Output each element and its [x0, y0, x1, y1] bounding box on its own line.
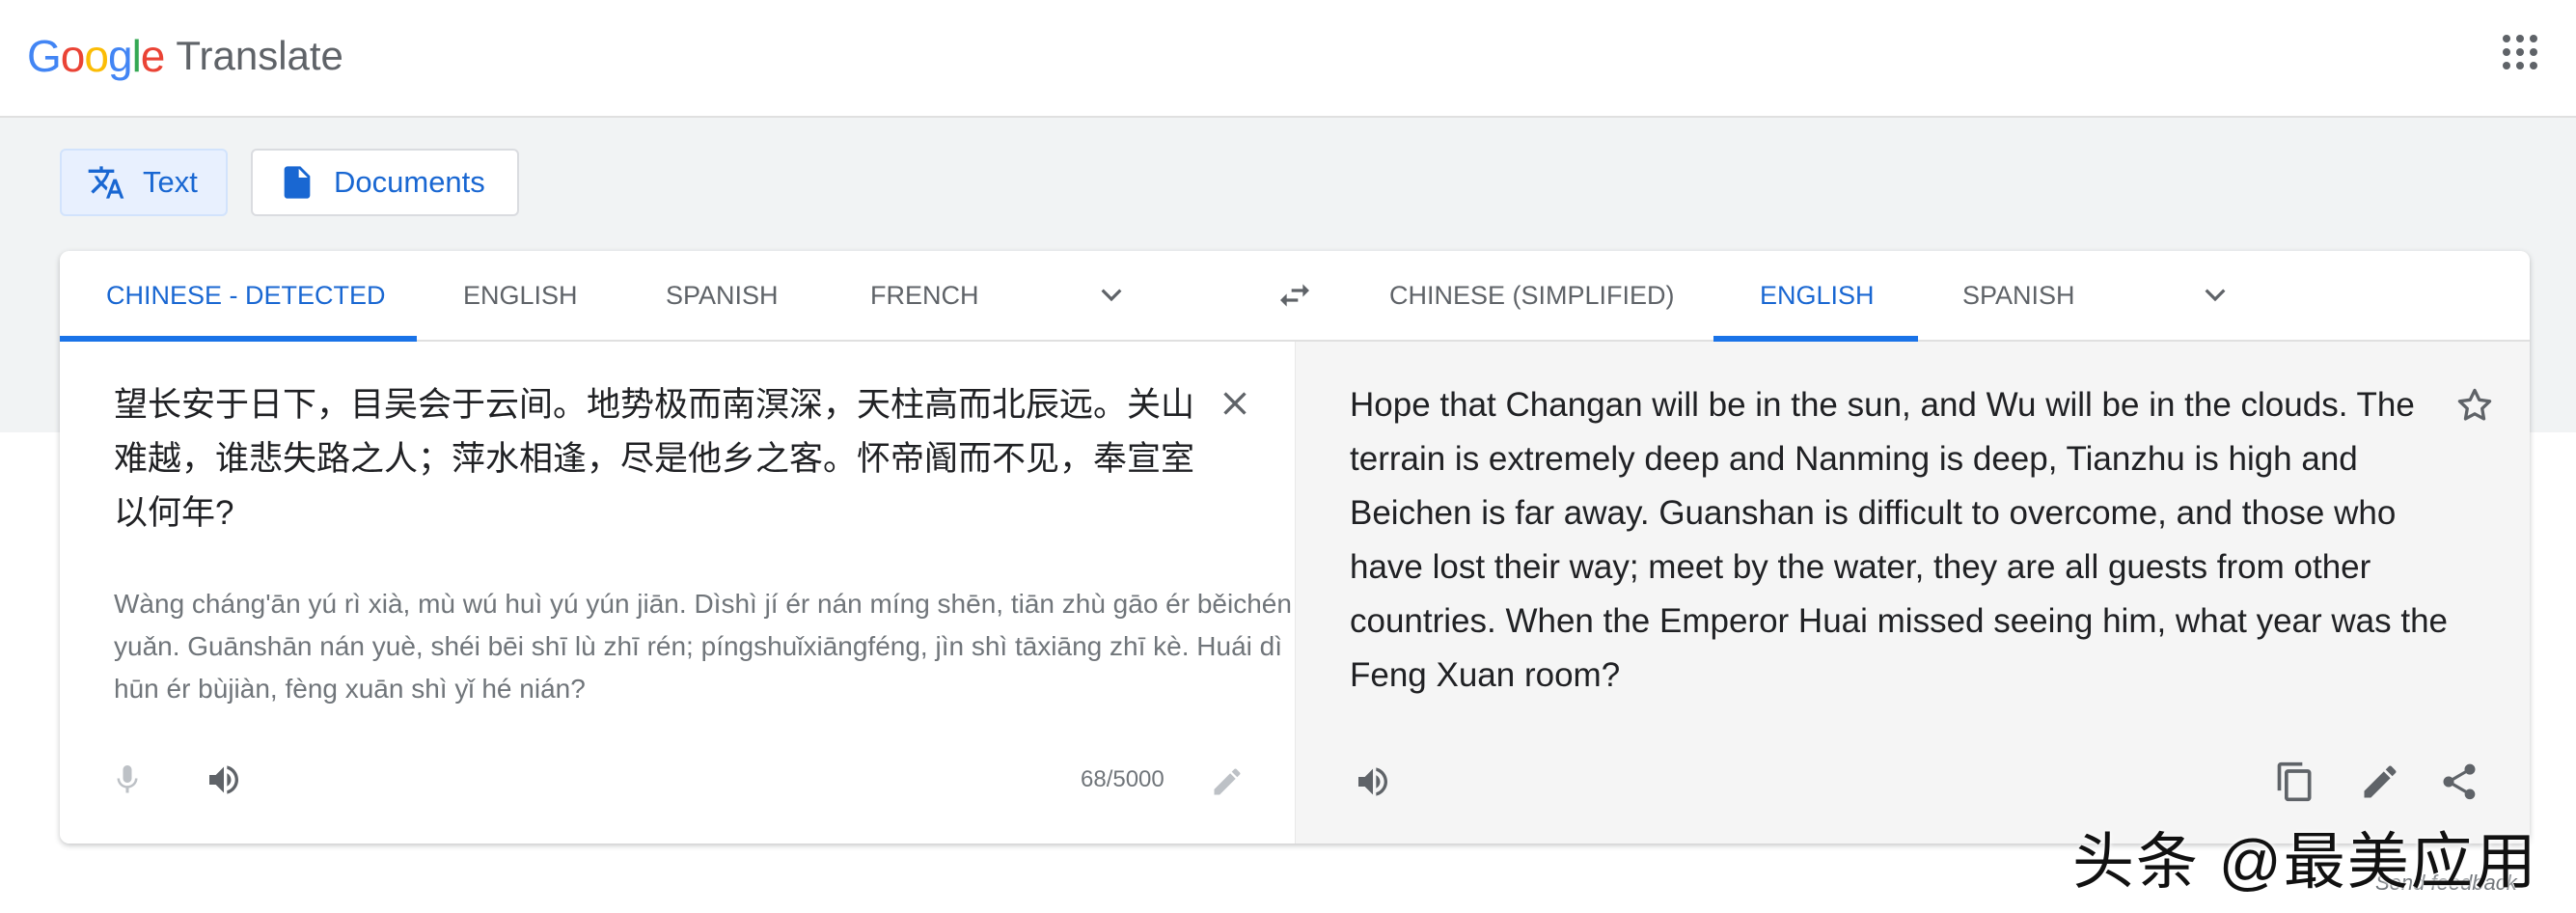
tab-source-spanish[interactable]: SPANISH — [666, 251, 779, 340]
text-mode-button[interactable]: Text — [60, 149, 228, 216]
translate-icon — [88, 166, 124, 199]
tab-source-chinese-detected[interactable]: CHINESE - DETECTED — [106, 251, 386, 340]
close-icon[interactable] — [1216, 384, 1254, 423]
tab-target-chinese-simplified[interactable]: CHINESE (SIMPLIFIED) — [1389, 251, 1675, 340]
character-count: 68/5000 — [1081, 766, 1165, 792]
logo-letter: e — [140, 31, 166, 81]
tab-source-french[interactable]: FRENCH — [870, 251, 979, 340]
speaker-icon[interactable] — [203, 761, 245, 799]
logo-letter: g — [107, 31, 133, 81]
watermark: 头条 @最美应用 — [2072, 827, 2538, 897]
transliteration-text: Wàng cháng'ān yú rì xià, mù wú huì yú yú… — [114, 589, 1292, 704]
language-bar: CHINESE - DETECTED ENGLISH SPANISH FRENC… — [60, 251, 2530, 342]
logo-letter: G — [27, 31, 62, 81]
documents-mode-button[interactable]: Documents — [251, 149, 519, 216]
pencil-icon[interactable] — [2359, 761, 2401, 803]
logo-letter: o — [84, 31, 109, 81]
translation-card: CHINESE - DETECTED ENGLISH SPANISH FRENC… — [60, 251, 2530, 844]
pencil-icon[interactable] — [1210, 764, 1245, 799]
target-panel: Hope that Changan will be in the sun, an… — [1295, 342, 2530, 844]
google-translate-logo[interactable]: Google Translate — [27, 27, 343, 85]
tab-target-spanish[interactable]: SPANISH — [1962, 251, 2075, 340]
logo-letter: l — [131, 31, 142, 81]
apps-grid-icon[interactable] — [2503, 35, 2537, 69]
source-panel: 望长安于日下，目吴会于云间。地势极而南溟深，天柱高而北辰远。关山难越，谁悲失路之… — [60, 342, 1295, 844]
document-icon — [284, 166, 311, 199]
text-mode-label: Text — [143, 165, 198, 199]
speaker-icon[interactable] — [1352, 762, 1394, 801]
tab-source-english[interactable]: ENGLISH — [463, 251, 578, 340]
microphone-icon[interactable] — [110, 759, 145, 801]
logo-letter: o — [60, 31, 86, 81]
swap-languages-icon[interactable] — [1274, 276, 1316, 315]
chevron-down-icon[interactable] — [1096, 280, 1127, 311]
copy-icon[interactable] — [2274, 759, 2316, 805]
chevron-down-icon[interactable] — [2200, 280, 2231, 311]
source-textarea[interactable]: 望长安于日下，目吴会于云间。地势极而南溟深，天柱高而北辰远。关山难越，谁悲失路之… — [114, 378, 1194, 540]
google-wordmark: Google — [27, 30, 166, 82]
tab-target-english[interactable]: ENGLISH — [1760, 251, 1875, 340]
product-name: Translate — [176, 33, 343, 78]
documents-mode-label: Documents — [334, 165, 485, 199]
translation-output: Hope that Changan will be in the sun, an… — [1350, 386, 2449, 694]
app-header: Google Translate — [0, 0, 2576, 118]
share-icon[interactable] — [2438, 761, 2480, 803]
star-icon[interactable] — [2453, 384, 2496, 427]
